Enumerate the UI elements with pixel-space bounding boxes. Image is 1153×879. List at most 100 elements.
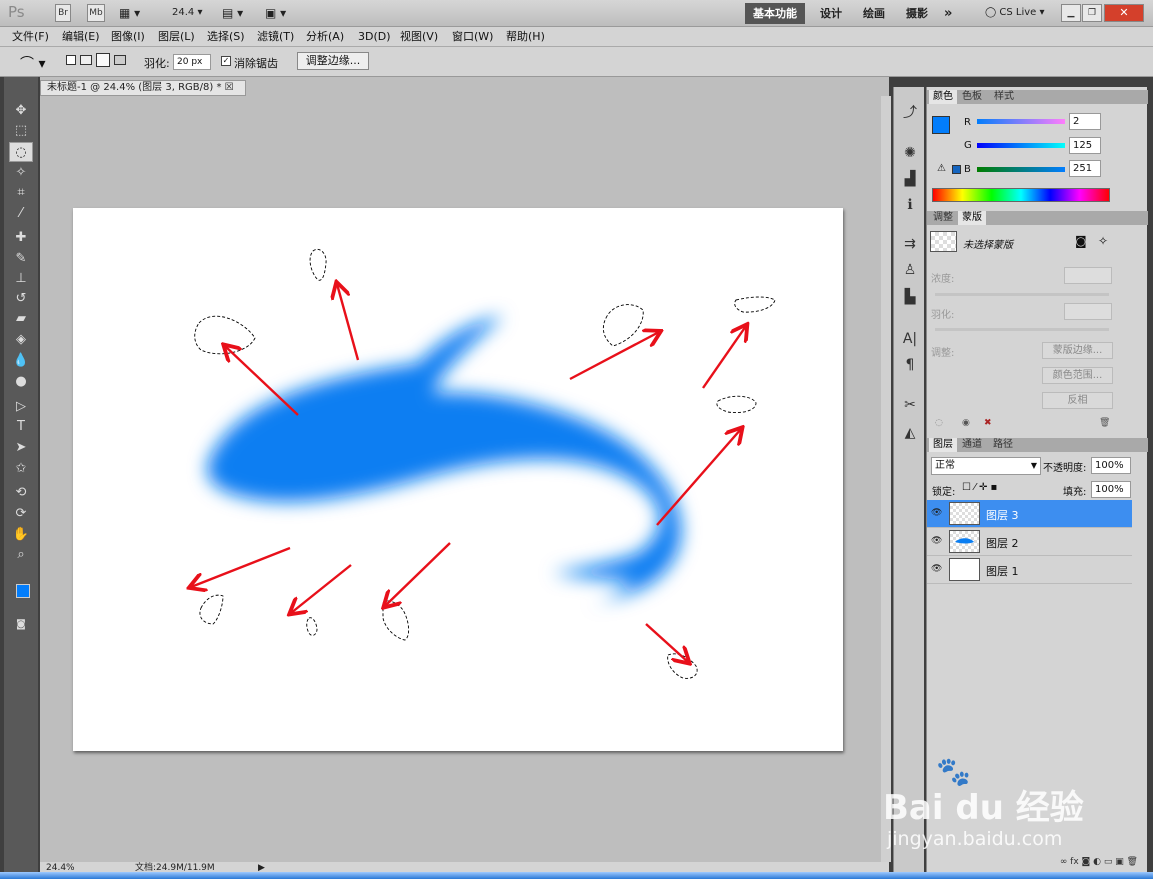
subtract-selection-icon[interactable]	[96, 53, 110, 67]
new-selection-icon[interactable]	[66, 55, 76, 65]
b-input[interactable]: 251	[1069, 160, 1101, 177]
zoom-tool-icon[interactable]: ⌕	[9, 545, 33, 565]
tab-swatches[interactable]: 色板	[958, 90, 986, 104]
tab-layers[interactable]: 图层	[929, 438, 957, 452]
r-input[interactable]: 2	[1069, 113, 1101, 130]
path-select-tool-icon[interactable]: ▷	[9, 397, 33, 417]
3d-rotate-tool-icon[interactable]: ⟲	[9, 483, 33, 503]
tab-paths[interactable]: 路径	[989, 438, 1017, 452]
menu-file[interactable]: 文件(F)	[12, 29, 49, 45]
histogram-panel-icon[interactable]: ▟	[900, 169, 920, 189]
eraser-tool-icon[interactable]: ▰	[9, 309, 33, 329]
lasso-preset-icon[interactable]: ⌒ ▾	[20, 53, 45, 73]
color-range-button[interactable]: 颜色范围...	[1042, 367, 1113, 384]
disable-mask-icon[interactable]: ✖	[984, 418, 992, 428]
marquee-tool-icon[interactable]: ⬚	[9, 121, 33, 141]
close-document-icon[interactable]: ☒	[225, 82, 234, 93]
invert-button[interactable]: 反相	[1042, 392, 1113, 409]
screen-mode-icon[interactable]: ▣ ▾	[265, 4, 286, 22]
actions-panel-icon[interactable]: ▙	[900, 287, 920, 307]
menu-view[interactable]: 视图(V)	[400, 29, 438, 45]
load-selection-icon[interactable]: ◌	[935, 418, 943, 428]
menu-edit[interactable]: 编辑(E)	[62, 29, 100, 45]
view-extras-icon[interactable]: ▦ ▾	[119, 4, 140, 22]
layer-row-2[interactable]: 👁 图层 2	[927, 528, 1132, 556]
tool-presets-panel-icon[interactable]: ✂	[900, 395, 920, 415]
paint-bucket-tool-icon[interactable]: ◈	[9, 330, 33, 350]
clone-stamp-tool-icon[interactable]: ⊥	[9, 269, 33, 289]
document-canvas[interactable]	[73, 208, 843, 751]
history-panel-icon[interactable]: ⤴	[900, 103, 920, 123]
cslive-button[interactable]: ◯ CS Live ▾	[985, 4, 1045, 22]
shape-tool-icon[interactable]: ✩	[9, 459, 33, 479]
density-slider[interactable]	[935, 293, 1109, 296]
character-panel-icon[interactable]: A|	[900, 329, 920, 349]
blend-mode-select[interactable]: 正常 ▼	[931, 457, 1041, 475]
visibility-eye-icon[interactable]: 👁	[931, 564, 943, 574]
document-tab[interactable]: 未标题-1 @ 24.4% (图层 3, RGB/8) * ☒	[40, 80, 246, 96]
apply-mask-icon[interactable]: ◉	[962, 418, 970, 428]
minibridge-button[interactable]: Mb	[87, 4, 105, 22]
refine-edge-button[interactable]: 调整边缘...	[297, 52, 369, 70]
fill-input[interactable]: 100%	[1091, 481, 1131, 498]
workspace-essentials[interactable]: 基本功能	[745, 3, 805, 24]
visibility-eye-icon[interactable]: 👁	[931, 508, 943, 518]
foreground-color-swatch[interactable]	[16, 584, 30, 598]
vector-mask-icon[interactable]: ✧	[1098, 234, 1108, 248]
crop-tool-icon[interactable]: ⌗	[9, 183, 33, 203]
layer-row-3[interactable]: 👁 图层 3	[927, 500, 1132, 528]
density-input[interactable]	[1064, 267, 1112, 284]
tab-styles[interactable]: 样式	[990, 90, 1018, 104]
g-slider[interactable]	[977, 143, 1065, 148]
menu-layer[interactable]: 图层(L)	[158, 29, 195, 45]
quick-mask-icon[interactable]: ◙	[9, 615, 33, 635]
hand-tool-icon[interactable]: ✋	[9, 525, 33, 545]
layer-row-1[interactable]: 👁 图层 1	[927, 556, 1132, 584]
blur-tool-icon[interactable]: 💧	[9, 351, 33, 371]
mask-feather-input[interactable]	[1064, 303, 1112, 320]
dodge-tool-icon[interactable]: ●	[9, 372, 33, 392]
quick-select-tool-icon[interactable]: ✧	[9, 163, 33, 183]
visibility-eye-icon[interactable]: 👁	[931, 536, 943, 546]
history-brush-tool-icon[interactable]: ↺	[9, 289, 33, 309]
intersect-selection-icon[interactable]	[114, 55, 126, 65]
mask-edge-button[interactable]: 蒙版边缘...	[1042, 342, 1113, 359]
zoom-dropdown[interactable]: 24.4 ▾	[172, 4, 202, 22]
direct-select-tool-icon[interactable]: ➤	[9, 438, 33, 458]
menu-analysis[interactable]: 分析(A)	[306, 29, 344, 45]
menu-help[interactable]: 帮助(H)	[506, 29, 545, 45]
add-selection-icon[interactable]	[80, 55, 92, 65]
workspace-design[interactable]: 设计	[812, 3, 850, 24]
more-workspaces-button[interactable]: »	[936, 3, 960, 24]
tab-channels[interactable]: 通道	[958, 438, 986, 452]
menu-select[interactable]: 选择(S)	[207, 29, 245, 45]
gamut-color-swatch[interactable]	[952, 165, 961, 174]
r-slider[interactable]	[977, 119, 1065, 124]
delete-mask-icon[interactable]: 🗑	[1099, 418, 1110, 428]
arrange-documents-icon[interactable]: ▤ ▾	[222, 4, 243, 22]
mask-feather-slider[interactable]	[935, 328, 1109, 331]
paragraph-panel-icon[interactable]: ¶	[900, 355, 920, 375]
bridge-button[interactable]: Br	[55, 4, 71, 22]
tab-color[interactable]: 颜色	[929, 90, 957, 104]
type-tool-icon[interactable]: T	[9, 417, 33, 437]
clone-source-panel-icon[interactable]: ♙	[900, 260, 920, 280]
color-spectrum-bar[interactable]	[932, 188, 1110, 202]
eyedropper-tool-icon[interactable]: ⁄	[9, 204, 33, 224]
move-tool-icon[interactable]: ✥	[9, 101, 33, 121]
3d-panel-icon[interactable]: ◭	[900, 423, 920, 443]
b-slider[interactable]	[977, 167, 1065, 172]
opacity-input[interactable]: 100%	[1091, 457, 1131, 474]
layers-footer-icons[interactable]: ∞ fx ◙ ◐ ▭ ▣ 🗑	[927, 857, 1148, 872]
3d-orbit-tool-icon[interactable]: ⟳	[9, 504, 33, 524]
navigator-panel-icon[interactable]: ✺	[900, 143, 920, 163]
healing-brush-tool-icon[interactable]: ✚	[9, 228, 33, 248]
brush-panel-icon[interactable]: ⇉	[900, 234, 920, 254]
lock-icons[interactable]: ☐ ⁄ ✛ ▪	[962, 482, 997, 493]
menu-window[interactable]: 窗口(W)	[452, 29, 493, 45]
brush-tool-icon[interactable]: ✎	[9, 249, 33, 269]
pixel-mask-icon[interactable]: ◙	[1075, 234, 1087, 248]
tab-masks[interactable]: 蒙版	[958, 211, 986, 225]
restore-button[interactable]: ❐	[1082, 4, 1102, 22]
g-input[interactable]: 125	[1069, 137, 1101, 154]
